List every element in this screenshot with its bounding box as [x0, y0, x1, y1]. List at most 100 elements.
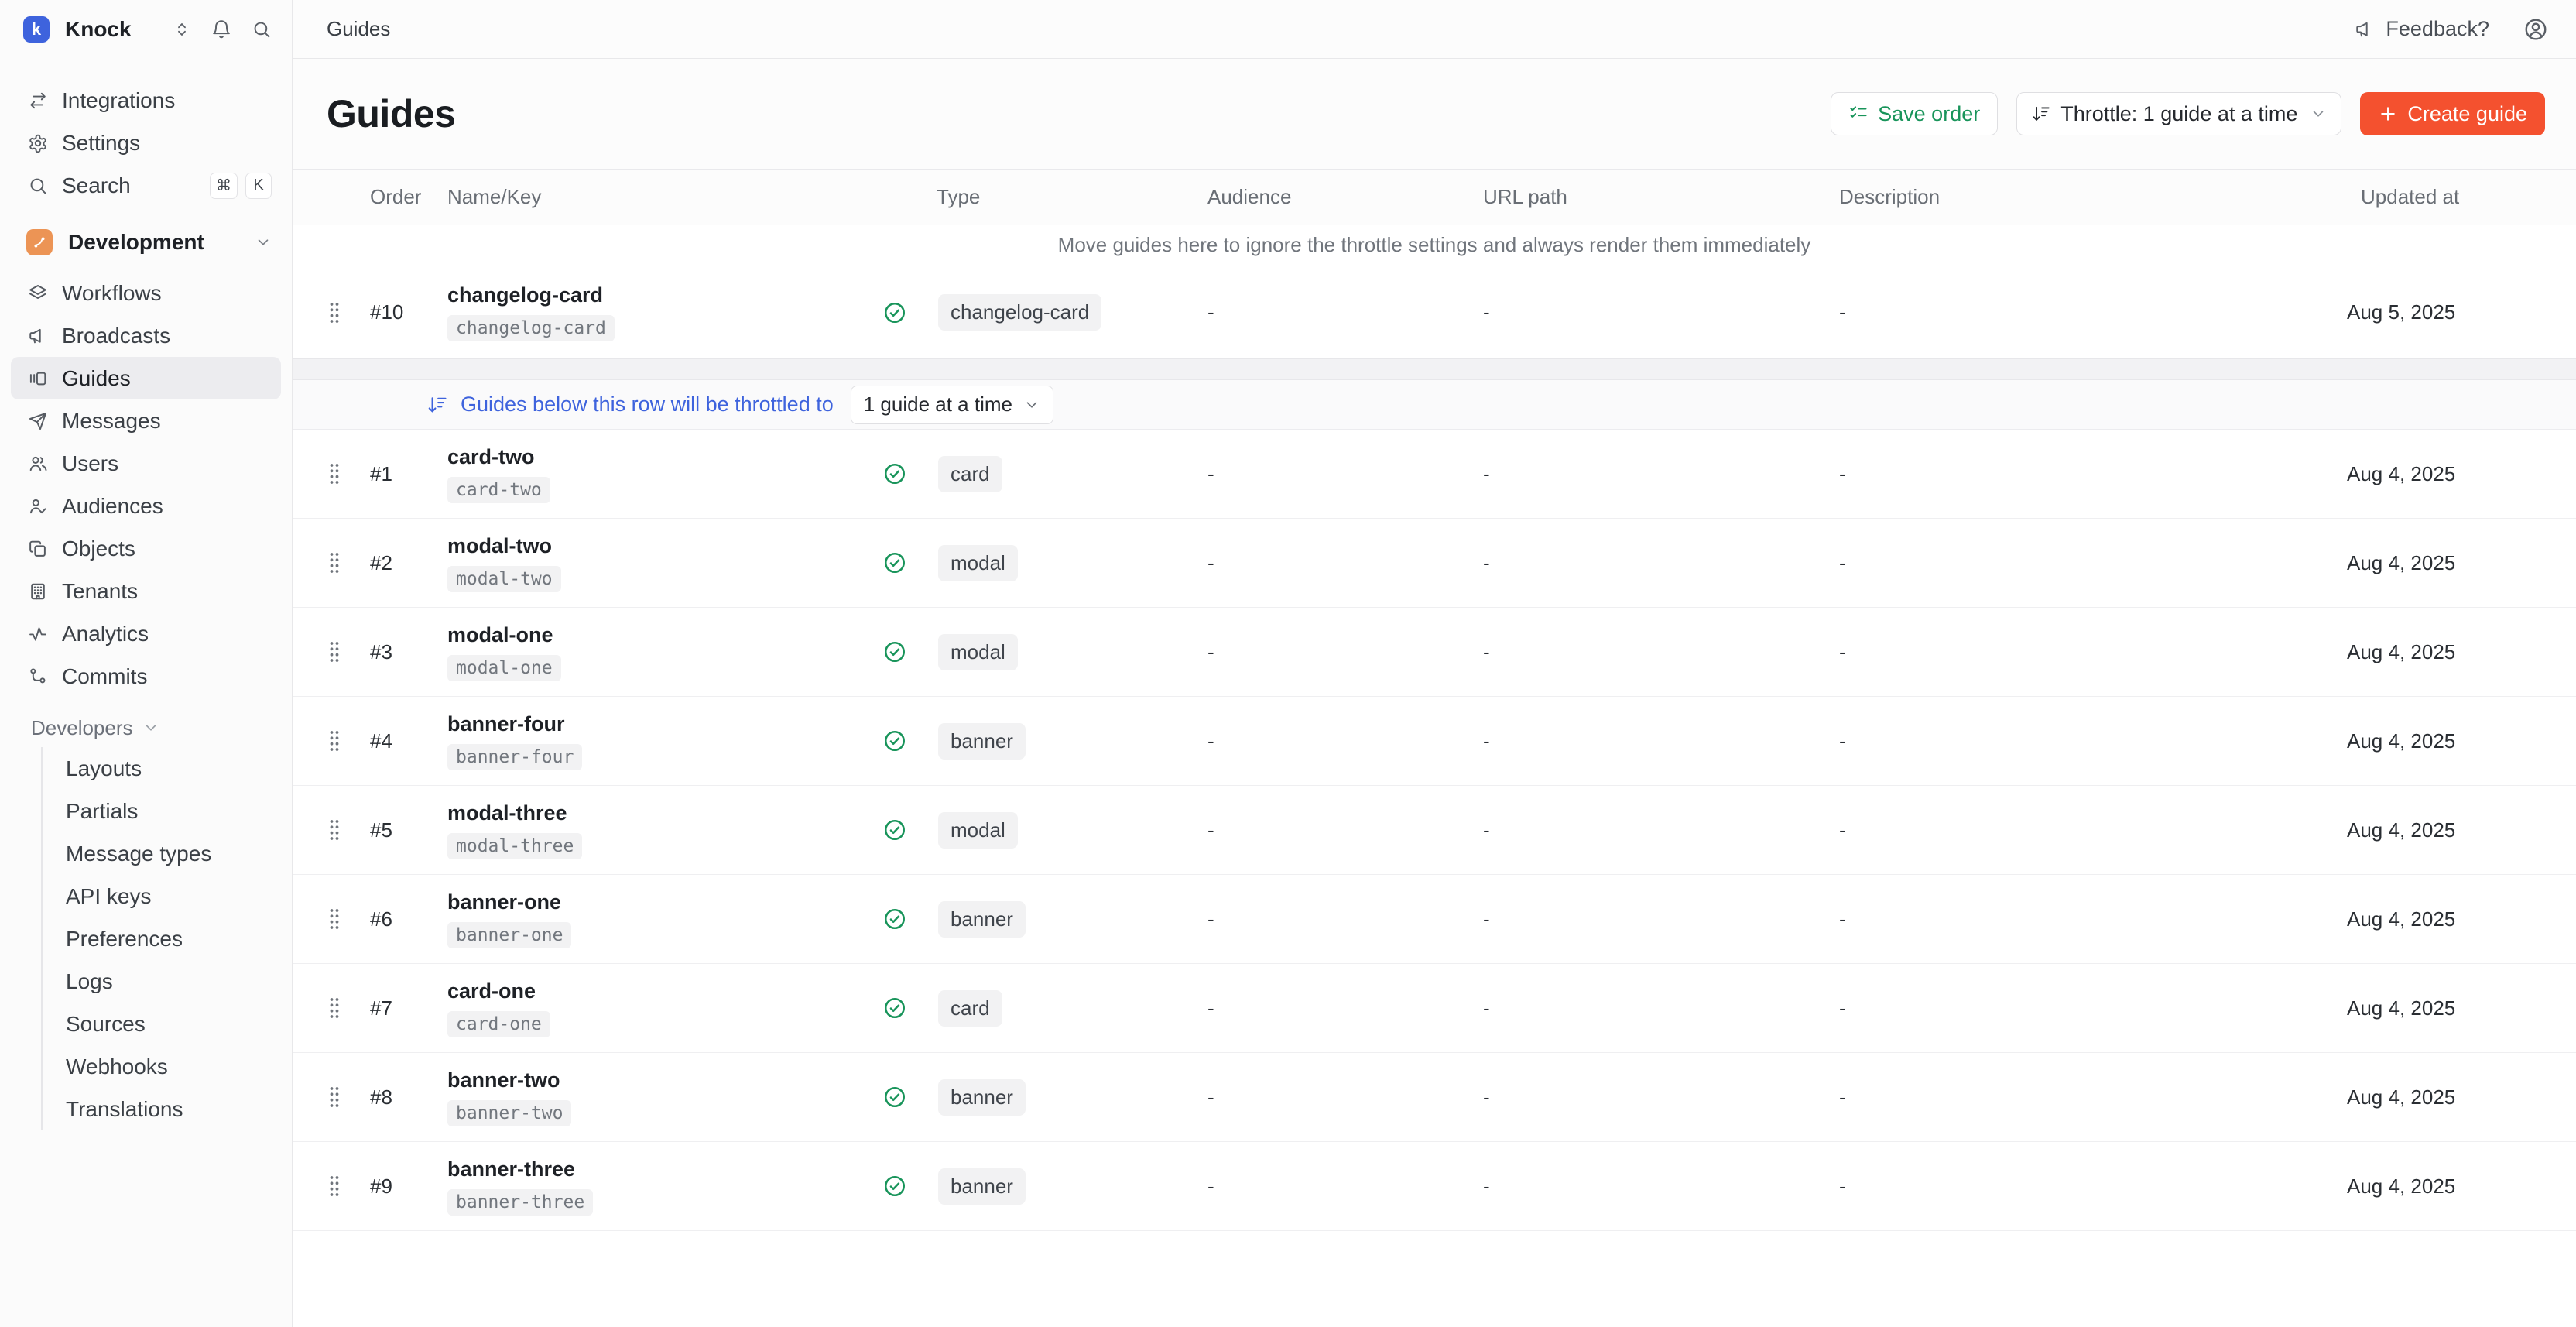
- table-row[interactable]: #1 card-two card-two card - - - Aug 4, 2…: [293, 430, 2576, 519]
- drag-handle-icon[interactable]: [327, 461, 342, 486]
- table-row[interactable]: #2 modal-two modal-two modal - - - Aug 4…: [293, 519, 2576, 608]
- pinned-rows: #10 changelog-card changelog-card change…: [293, 266, 2576, 358]
- developers-nav: Layouts Partials Message types API keys …: [41, 747, 292, 1130]
- sidebar-item[interactable]: Users: [11, 442, 281, 485]
- guide-type-badge: changelog-card: [938, 294, 1101, 331]
- row-type-cell: banner: [882, 1079, 1208, 1116]
- drag-handle-icon[interactable]: [327, 550, 342, 575]
- section-divider-band: [293, 358, 2576, 380]
- drag-handle-icon[interactable]: [327, 907, 342, 931]
- sidebar: k Knock Integrations Settings: [0, 0, 293, 1327]
- create-guide-button[interactable]: Create guide: [2360, 92, 2545, 135]
- table-row[interactable]: #6 banner-one banner-one banner - - - Au…: [293, 875, 2576, 964]
- row-updated-at: Aug 4, 2025: [2347, 640, 2576, 664]
- page-header: Guides Save order Throttle: 1 guide at a…: [293, 59, 2576, 169]
- row-updated-at: Aug 4, 2025: [2347, 907, 2576, 931]
- check-circle-icon: [882, 1174, 907, 1198]
- developers-section-toggle[interactable]: Developers: [11, 708, 281, 747]
- sidebar-subitem[interactable]: API keys: [43, 875, 281, 917]
- sidebar-subitem[interactable]: Preferences: [43, 917, 281, 960]
- drag-handle-icon[interactable]: [327, 300, 342, 325]
- environment-switcher[interactable]: Development: [11, 221, 281, 264]
- row-url-path: -: [1483, 640, 1839, 664]
- row-url-path: -: [1483, 300, 1839, 324]
- row-updated-at: Aug 4, 2025: [2347, 729, 2576, 753]
- table-row[interactable]: #7 card-one card-one card - - - Aug 4, 2…: [293, 964, 2576, 1053]
- feedback-label: Feedback?: [2386, 17, 2489, 41]
- drag-handle-icon[interactable]: [327, 1174, 342, 1198]
- sidebar-item[interactable]: Messages: [11, 399, 281, 442]
- table-column-header: Order: [370, 185, 447, 209]
- table-row[interactable]: #3 modal-one modal-one modal - - - Aug 4…: [293, 608, 2576, 697]
- guide-type-badge: banner: [938, 1079, 1026, 1116]
- row-audience: -: [1208, 462, 1483, 486]
- sidebar-item-label: Search: [62, 173, 131, 198]
- guide-type-badge: modal: [938, 634, 1018, 670]
- row-name-cell: banner-four banner-four: [447, 712, 882, 770]
- table-row[interactable]: #10 changelog-card changelog-card change…: [293, 266, 2576, 358]
- table-row[interactable]: #4 banner-four banner-four banner - - - …: [293, 697, 2576, 786]
- row-url-path: -: [1483, 1174, 1839, 1198]
- row-order: #10: [370, 300, 447, 324]
- workflows-icon: [28, 283, 48, 303]
- sidebar-subitem[interactable]: Sources: [43, 1003, 281, 1045]
- sidebar-item[interactable]: Tenants: [11, 570, 281, 612]
- row-type-cell: modal: [882, 812, 1208, 849]
- developers-label: Developers: [31, 716, 133, 740]
- drag-handle-icon[interactable]: [327, 818, 342, 842]
- sidebar-item[interactable]: Search ⌘K: [11, 164, 281, 207]
- sidebar-subitem[interactable]: Layouts: [43, 747, 281, 790]
- user-circle-icon[interactable]: [2523, 17, 2548, 42]
- sidebar-item[interactable]: Guides: [11, 357, 281, 399]
- row-url-path: -: [1483, 551, 1839, 575]
- feedback-button[interactable]: Feedback?: [2355, 17, 2489, 41]
- sidebar-subitem[interactable]: Webhooks: [43, 1045, 281, 1088]
- row-url-path: -: [1483, 818, 1839, 842]
- table-row[interactable]: #9 banner-three banner-three banner - - …: [293, 1142, 2576, 1231]
- guide-key-badge: banner-one: [447, 922, 571, 948]
- throttle-dropdown-button[interactable]: Throttle: 1 guide at a time: [2016, 92, 2341, 135]
- drag-handle-icon[interactable]: [327, 996, 342, 1020]
- row-audience: -: [1208, 1085, 1483, 1109]
- row-description: -: [1839, 729, 2347, 753]
- sidebar-item[interactable]: Workflows: [11, 272, 281, 314]
- drag-handle-icon[interactable]: [327, 729, 342, 753]
- sidebar-item[interactable]: Audiences: [11, 485, 281, 527]
- row-description: -: [1839, 818, 2347, 842]
- drag-handle-icon[interactable]: [327, 1085, 342, 1109]
- table-row[interactable]: #8 banner-two banner-two banner - - - Au…: [293, 1053, 2576, 1142]
- row-audience: -: [1208, 1174, 1483, 1198]
- breadcrumb[interactable]: Guides: [327, 17, 390, 41]
- kbd-key: K: [245, 173, 272, 199]
- check-circle-icon: [882, 907, 907, 931]
- row-description: -: [1839, 551, 2347, 575]
- main-area: Guides Feedback? Guides Save order Throt…: [293, 0, 2576, 1327]
- chevron-down-icon: [255, 234, 272, 251]
- search-icon[interactable]: [252, 19, 272, 39]
- sidebar-subitem[interactable]: Logs: [43, 960, 281, 1003]
- chevrons-up-down-icon[interactable]: [173, 20, 191, 39]
- sidebar-item[interactable]: Broadcasts: [11, 314, 281, 357]
- sidebar-subitem[interactable]: Partials: [43, 790, 281, 832]
- table-column-header: Description: [1839, 185, 2347, 209]
- bell-icon[interactable]: [211, 19, 231, 39]
- guide-key-badge: modal-one: [447, 655, 561, 681]
- throttle-separator-label[interactable]: Guides below this row will be throttled …: [461, 393, 834, 417]
- sidebar-subitem[interactable]: Translations: [43, 1088, 281, 1130]
- sidebar-item[interactable]: Integrations: [11, 79, 281, 122]
- sidebar-item[interactable]: Settings: [11, 122, 281, 164]
- save-order-button[interactable]: Save order: [1831, 92, 1998, 135]
- drag-handle-icon[interactable]: [327, 639, 342, 664]
- sidebar-item-label: Settings: [62, 131, 140, 156]
- page-actions: Save order Throttle: 1 guide at a time C…: [1831, 92, 2545, 135]
- sidebar-subitem[interactable]: Message types: [43, 832, 281, 875]
- sidebar-item[interactable]: Commits: [11, 655, 281, 698]
- table-row[interactable]: #5 modal-three modal-three modal - - - A…: [293, 786, 2576, 875]
- row-url-path: -: [1483, 729, 1839, 753]
- table-column-header: Updated at: [2347, 185, 2576, 209]
- sidebar-item[interactable]: Analytics: [11, 612, 281, 655]
- row-name-cell: modal-three modal-three: [447, 801, 882, 859]
- row-audience: -: [1208, 907, 1483, 931]
- throttle-amount-select[interactable]: 1 guide at a time: [851, 386, 1053, 424]
- sidebar-item[interactable]: Objects: [11, 527, 281, 570]
